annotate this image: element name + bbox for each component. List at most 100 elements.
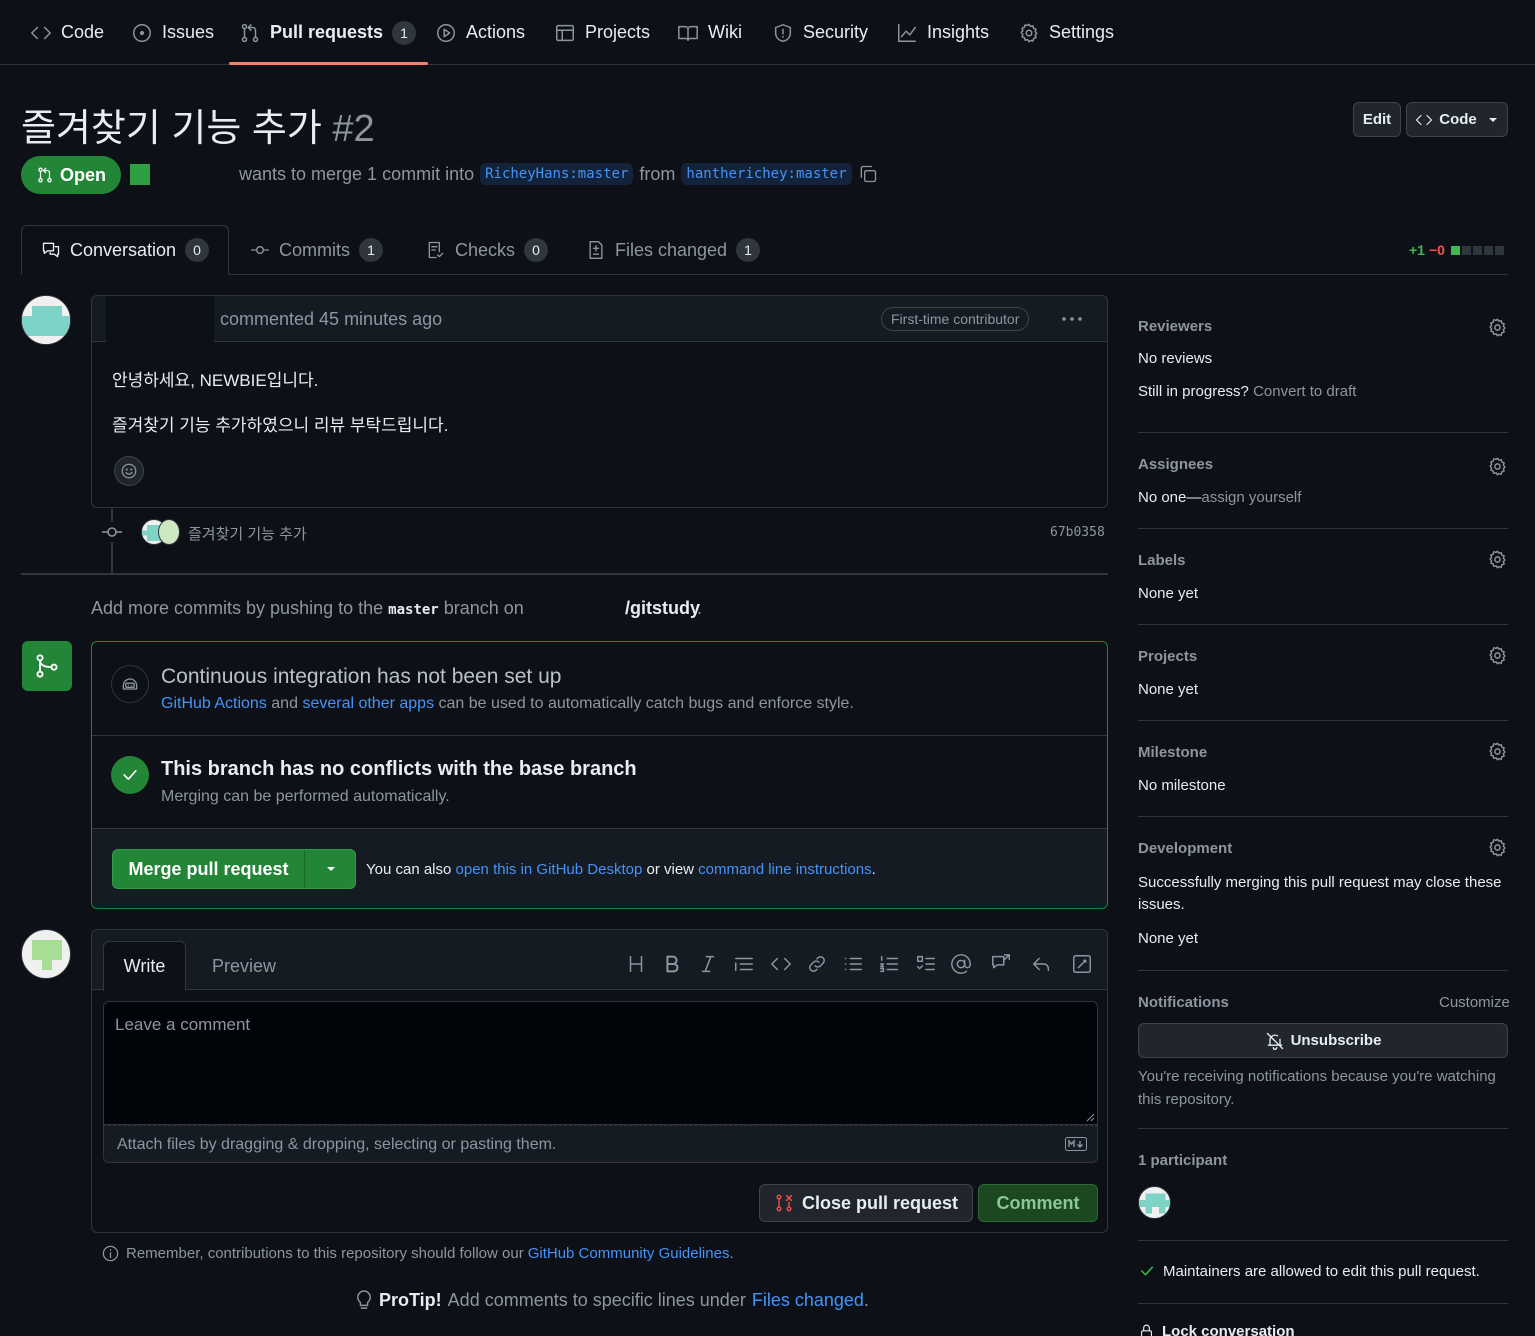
- unsubscribe-button[interactable]: Unsubscribe: [1138, 1023, 1508, 1058]
- tab-commits[interactable]: Commits 1: [250, 225, 383, 275]
- gear-icon[interactable]: [1487, 741, 1508, 762]
- other-apps-link[interactable]: several other apps: [302, 695, 434, 712]
- labels-value: None yet: [1138, 585, 1199, 602]
- bold-icon[interactable]: [661, 953, 683, 975]
- pr-number: #2: [332, 108, 375, 150]
- identicon-image: [32, 940, 62, 970]
- task-list-icon[interactable]: [915, 953, 937, 975]
- italic-icon[interactable]: [697, 953, 719, 975]
- close-pull-request-button[interactable]: Close pull request: [759, 1184, 973, 1222]
- copy-icon[interactable]: [858, 164, 878, 184]
- cross-reference-icon[interactable]: [990, 953, 1012, 975]
- base-branch[interactable]: RicheyHans:master: [480, 163, 634, 185]
- ordered-list-icon[interactable]: [878, 953, 900, 975]
- light-bulb-icon: [357, 1290, 371, 1309]
- gear-icon[interactable]: [1487, 645, 1508, 666]
- lock-conversation-link[interactable]: Lock conversation: [1138, 1323, 1295, 1336]
- pr-title-text: 즐겨찾기 기능 추가: [21, 108, 322, 150]
- info-icon: [102, 1245, 119, 1262]
- saved-replies-icon[interactable]: [1030, 953, 1052, 975]
- milestone-heading[interactable]: Milestone: [1138, 744, 1207, 761]
- unordered-list-icon[interactable]: [842, 953, 864, 975]
- github-desktop-link[interactable]: open this in GitHub Desktop: [456, 861, 643, 878]
- nav-pull-requests[interactable]: Pull requests 1: [228, 0, 429, 65]
- conflict-title: This branch has no conflicts with the ba…: [161, 758, 637, 780]
- merge-method-dropdown[interactable]: [306, 850, 356, 888]
- code-icon[interactable]: [770, 953, 792, 975]
- link-icon[interactable]: [806, 953, 828, 975]
- graph-icon: [898, 23, 916, 42]
- nav-projects[interactable]: Projects: [554, 0, 650, 65]
- check-icon-wrap: [111, 756, 149, 794]
- resize-handle-icon[interactable]: [1085, 1112, 1095, 1122]
- nav-security[interactable]: Security: [772, 0, 868, 65]
- heading-icon[interactable]: [625, 953, 647, 975]
- community-guidelines-link[interactable]: GitHub Community Guidelines: [528, 1245, 730, 1262]
- gear-icon: [1020, 23, 1038, 42]
- development-heading[interactable]: Development: [1138, 840, 1232, 857]
- conflict-section: This branch has no conflicts with the ba…: [92, 736, 1107, 829]
- robot-icon: [122, 678, 138, 690]
- nav-settings[interactable]: Settings: [1018, 0, 1114, 65]
- customize-link[interactable]: Customize: [1439, 994, 1510, 1011]
- merge-action-section: Merge pull request You can also open thi…: [92, 829, 1107, 908]
- protip: ProTip! Add comments to specific lines u…: [355, 1289, 869, 1311]
- commit-committer-avatar[interactable]: [158, 519, 180, 545]
- nav-issues[interactable]: Issues: [131, 0, 214, 65]
- commit-icon: [251, 246, 269, 254]
- mention-icon[interactable]: [950, 953, 972, 975]
- assign-yourself-link[interactable]: assign yourself: [1201, 489, 1301, 506]
- avatar[interactable]: [21, 295, 71, 345]
- tab-files-changed[interactable]: Files changed 1: [586, 225, 761, 275]
- tab-checks[interactable]: Checks 0: [426, 225, 549, 275]
- nav-wiki[interactable]: Wiki: [677, 0, 742, 65]
- attach-files-bar[interactable]: Attach files by dragging & dropping, sel…: [103, 1125, 1098, 1163]
- commit-sha[interactable]: 67b0358: [1050, 525, 1105, 540]
- gear-icon[interactable]: [1487, 317, 1508, 338]
- files-changed-link[interactable]: Files changed: [752, 1290, 864, 1311]
- merge-pull-request-button[interactable]: Merge pull request: [113, 850, 305, 888]
- shield-icon: [774, 23, 792, 42]
- code-dropdown-button[interactable]: Code: [1406, 102, 1508, 137]
- nav-code[interactable]: Code: [30, 0, 104, 65]
- tab-conversation[interactable]: Conversation 0: [21, 225, 229, 275]
- fullscreen-icon[interactable]: [1071, 953, 1093, 975]
- nav-insights[interactable]: Insights: [896, 0, 989, 65]
- gear-icon[interactable]: [1487, 456, 1508, 477]
- assignees-heading[interactable]: Assignees: [1138, 456, 1213, 473]
- kebab-horizontal-icon[interactable]: [1060, 310, 1084, 328]
- commit-message[interactable]: 즐겨찾기 기능 추가: [188, 523, 307, 544]
- push-hint-repo[interactable]: /gitstudy: [625, 598, 700, 619]
- convert-to-draft-link[interactable]: Convert to draft: [1253, 383, 1356, 400]
- identicon-image: [22, 296, 70, 344]
- projects-heading[interactable]: Projects: [1138, 648, 1197, 665]
- command-line-link[interactable]: command line instructions: [698, 861, 871, 878]
- assignees-value: No one—assign yourself: [1138, 489, 1302, 506]
- lock-icon: [1140, 1324, 1153, 1336]
- participant-avatar[interactable]: [1138, 1186, 1171, 1219]
- add-reaction-button[interactable]: [114, 456, 144, 486]
- merge-status-icon: [22, 641, 72, 691]
- pull-request-closed-icon: [776, 1194, 793, 1212]
- smiley-icon: [121, 463, 137, 479]
- comment-textarea[interactable]: Leave a comment: [103, 1001, 1098, 1125]
- labels-heading[interactable]: Labels: [1138, 552, 1186, 569]
- edit-button[interactable]: Edit: [1353, 102, 1401, 137]
- ci-title: Continuous integration has not been set …: [161, 665, 562, 688]
- ci-icon-wrap: [111, 665, 149, 703]
- github-actions-link[interactable]: GitHub Actions: [161, 695, 267, 712]
- community-guidelines-note: Remember, contributions to this reposito…: [101, 1244, 734, 1263]
- merge-summary: wants to merge 1 commit into RicheyHans:…: [239, 163, 878, 185]
- nav-actions[interactable]: Actions: [435, 0, 525, 65]
- gear-icon[interactable]: [1487, 837, 1508, 858]
- reviewers-heading[interactable]: Reviewers: [1138, 318, 1212, 335]
- tab-write[interactable]: Write: [103, 941, 186, 991]
- attach-hint: Attach files by dragging & dropping, sel…: [117, 1136, 557, 1153]
- tab-preview[interactable]: Preview: [212, 956, 276, 977]
- current-user-avatar[interactable]: [21, 929, 71, 979]
- quote-icon[interactable]: [733, 953, 755, 975]
- gear-icon[interactable]: [1487, 549, 1508, 570]
- sidebar-divider: [1138, 432, 1508, 433]
- head-branch[interactable]: hantherichey:master: [681, 163, 852, 185]
- comment-button[interactable]: Comment: [978, 1184, 1098, 1222]
